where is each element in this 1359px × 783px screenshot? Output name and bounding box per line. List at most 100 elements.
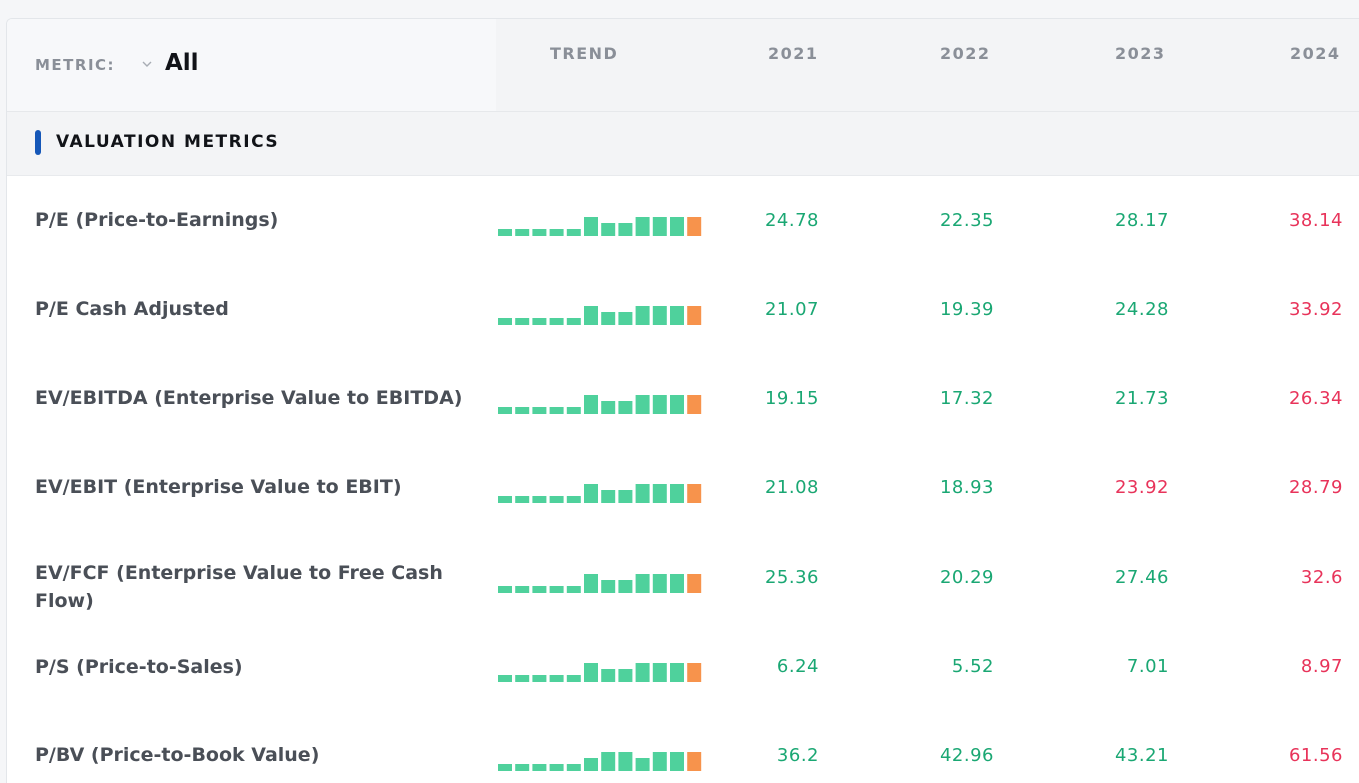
metric-value-2024: 33.92 — [1288, 299, 1343, 320]
trend-bar — [670, 217, 684, 236]
trend-bar — [618, 669, 633, 682]
trend-bar — [532, 764, 547, 771]
year-column-header: 2021 — [768, 44, 819, 63]
trend-bar — [566, 407, 581, 414]
trend-sparkline — [498, 477, 707, 503]
trend-bar — [549, 318, 564, 325]
table-row[interactable]: P/S (Price-to-Sales) 6.24 5.52 7.01 8.97 — [7, 623, 1359, 712]
metric-value-2021: 21.07 — [764, 299, 819, 320]
metric-name: P/E Cash Adjusted — [35, 298, 229, 320]
metric-filter-select[interactable]: All — [165, 50, 199, 76]
metric-value-2022: 19.39 — [939, 299, 994, 320]
metric-name: EV/EBITDA (Enterprise Value to EBITDA) — [35, 387, 463, 409]
table-row[interactable]: EV/EBIT (Enterprise Value to EBIT) 21.08 1… — [7, 443, 1359, 533]
table-row[interactable]: EV/EBITDA (Enterprise Value to EBITDA) 19… — [7, 354, 1359, 444]
trend-bar — [601, 752, 616, 771]
trend-chart — [498, 484, 702, 503]
trend-bar — [498, 675, 512, 682]
trend-chart — [498, 752, 702, 771]
trend-bar — [584, 484, 598, 503]
year-column-header: 2024 — [1290, 44, 1341, 63]
trend-bar — [515, 229, 530, 236]
metric-value-2021: 21.08 — [764, 477, 819, 498]
metric-value-2023: 7.01 — [1126, 656, 1169, 677]
trend-bar — [498, 764, 512, 771]
trend-bar — [670, 395, 684, 414]
metric-filter: METRIC: All — [7, 19, 496, 111]
trend-bar — [566, 586, 581, 593]
trend-bar — [670, 484, 684, 503]
trend-chart — [498, 395, 702, 414]
metric-value-2024: 8.97 — [1300, 656, 1343, 677]
trend-chart — [498, 306, 702, 325]
metric-value-2023: 21.73 — [1114, 388, 1169, 409]
valuation-table: METRIC: All TREND 2021 2022 2023 2024 VA… — [6, 18, 1359, 783]
trend-bar — [670, 306, 684, 325]
metric-value-2021: 36.2 — [776, 745, 819, 766]
trend-bar — [601, 669, 616, 682]
trend-bar — [515, 407, 530, 414]
metric-value-2024: 28.79 — [1288, 477, 1343, 498]
trend-bar — [584, 574, 598, 593]
trend-bar — [566, 675, 581, 682]
trend-bar — [652, 663, 667, 682]
trend-column-header: TREND — [550, 44, 619, 63]
trend-bar — [549, 675, 564, 682]
trend-sparkline — [498, 745, 707, 771]
trend-sparkline — [498, 210, 707, 236]
section-accent-bar — [35, 130, 41, 155]
trend-bar — [498, 229, 512, 236]
table-row[interactable]: P/BV (Price-to-Book Value) 36.2 42.96 43.21… — [7, 711, 1359, 783]
year-column-header: 2023 — [1115, 44, 1166, 63]
chevron-down-icon[interactable] — [140, 57, 154, 71]
trend-sparkline — [498, 299, 707, 325]
trend-bar — [652, 752, 667, 771]
trend-chart — [498, 663, 702, 682]
trend-bar — [549, 407, 564, 414]
metric-value-2023: 43.21 — [1114, 745, 1169, 766]
trend-sparkline — [498, 656, 707, 682]
trend-bar — [566, 229, 581, 236]
year-column-header: 2022 — [940, 44, 991, 63]
trend-bar — [670, 574, 684, 593]
metric-value-2024: 61.56 — [1288, 745, 1343, 766]
trend-bar — [498, 496, 512, 503]
trend-bar — [532, 318, 547, 325]
trend-bar — [601, 580, 616, 593]
metric-value-2023: 27.46 — [1114, 567, 1169, 588]
table-row[interactable]: EV/FCF (Enterprise Value to Free Cash Fl… — [7, 532, 1359, 624]
metric-value-2022: 22.35 — [939, 210, 994, 231]
trend-bar — [618, 490, 633, 503]
metric-value-2023: 28.17 — [1114, 210, 1169, 231]
metric-name: P/E (Price-to-Earnings) — [35, 209, 279, 231]
metric-value-2022: 17.32 — [939, 388, 994, 409]
trend-bar — [618, 580, 633, 593]
trend-bar — [498, 586, 512, 593]
table-header: METRIC: All TREND 2021 2022 2023 2024 — [7, 19, 1359, 112]
trend-bar — [601, 490, 616, 503]
metric-value-2022: 5.52 — [951, 656, 994, 677]
trend-bar — [515, 764, 530, 771]
table-row[interactable]: P/E Cash Adjusted 21.07 19.39 24.28 33.92 — [7, 265, 1359, 355]
metric-name: EV/FCF (Enterprise Value to Free Cash Fl… — [35, 562, 443, 612]
trend-bar — [652, 484, 667, 503]
metric-value-2024: 38.14 — [1288, 210, 1343, 231]
trend-bar — [532, 586, 547, 593]
trend-bar — [601, 312, 616, 325]
table-row[interactable]: P/E (Price-to-Earnings) 24.78 22.35 28.17 38… — [7, 176, 1359, 266]
trend-bar — [635, 758, 650, 771]
trend-bar — [652, 395, 667, 414]
trend-bar — [635, 217, 650, 236]
trend-bar — [618, 752, 633, 771]
metric-value-2021: 25.36 — [764, 567, 819, 588]
trend-bar — [584, 758, 598, 771]
trend-bar — [498, 407, 512, 414]
metric-name: EV/EBIT (Enterprise Value to EBIT) — [35, 476, 402, 498]
trend-bar — [566, 496, 581, 503]
trend-bar — [652, 574, 667, 593]
metric-value-2021: 19.15 — [764, 388, 819, 409]
trend-bar — [584, 395, 598, 414]
metric-value-2023: 23.92 — [1114, 477, 1169, 498]
trend-bar — [566, 318, 581, 325]
trend-chart — [498, 217, 702, 236]
